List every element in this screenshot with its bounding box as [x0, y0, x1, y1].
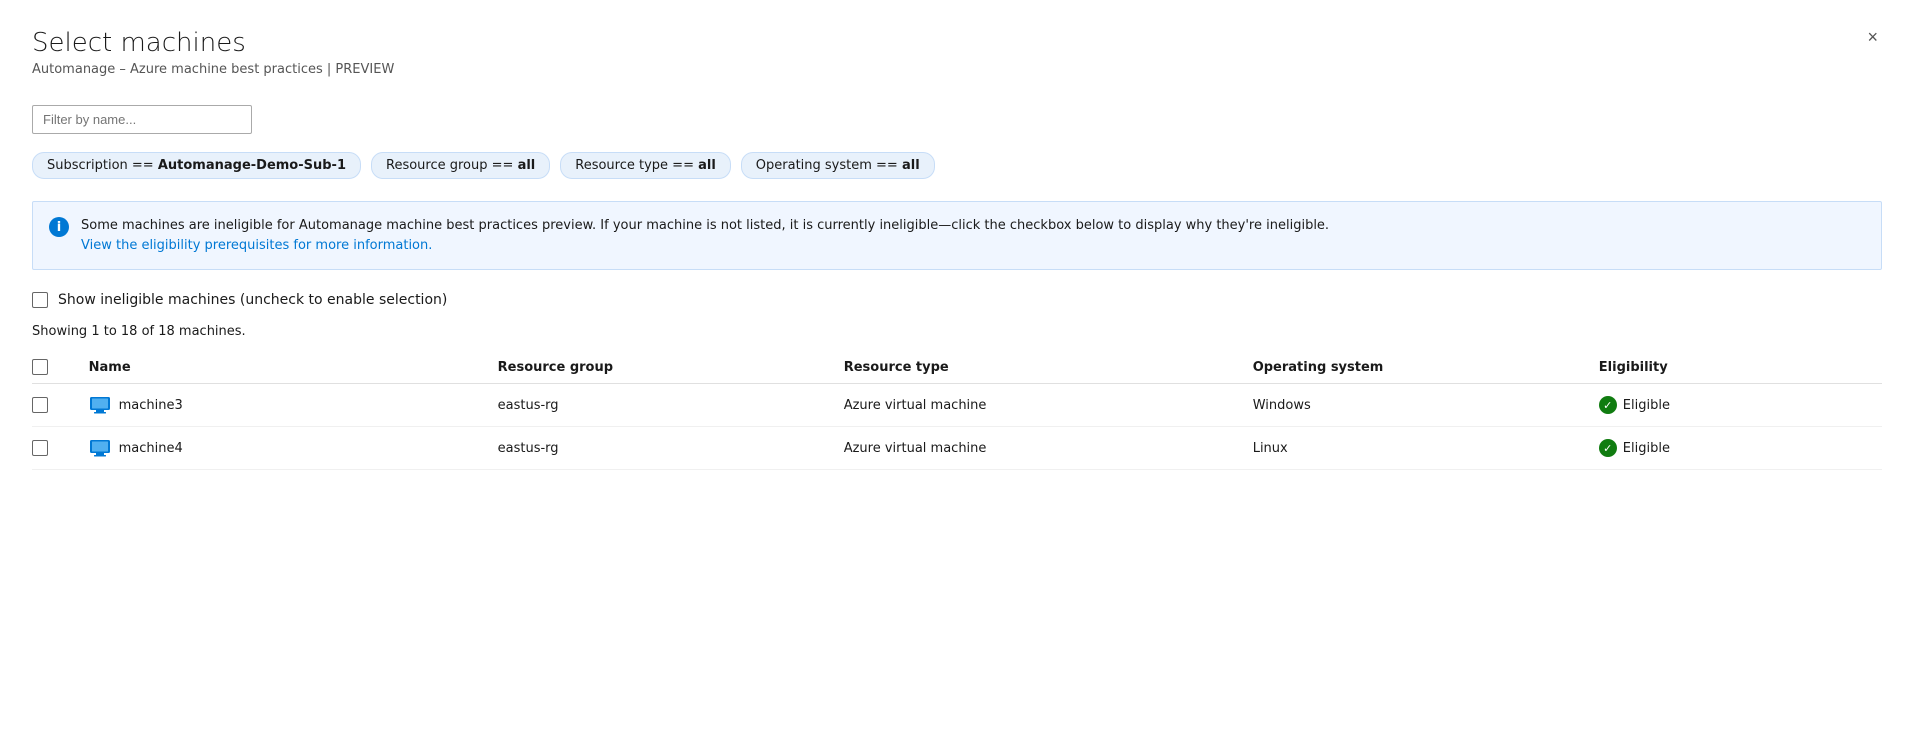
vm-icon	[89, 396, 111, 414]
filter-name-input[interactable]	[32, 105, 252, 134]
machine-name: machine3	[119, 398, 183, 413]
subscription-chip-value: Automanage-Demo-Sub-1	[158, 158, 346, 173]
cell-eligibility: ✓ Eligible	[1599, 427, 1882, 470]
close-button[interactable]: ×	[1863, 24, 1882, 50]
col-header-rt: Resource type	[844, 351, 1253, 384]
os-chip-value: all	[902, 158, 920, 173]
select-all-checkbox[interactable]	[32, 359, 48, 375]
col-header-os: Operating system	[1253, 351, 1599, 384]
col-header-elig: Eligibility	[1599, 351, 1882, 384]
os-chip-label: Operating system ==	[756, 158, 902, 173]
row-checkbox-0[interactable]	[32, 397, 48, 413]
row-checkbox-1[interactable]	[32, 440, 48, 456]
subscription-chip[interactable]: Subscription == Automanage-Demo-Sub-1	[32, 152, 361, 179]
resource-group-chip-value: all	[518, 158, 536, 173]
cell-resource-type: Azure virtual machine	[844, 427, 1253, 470]
machine-name: machine4	[119, 441, 183, 456]
eligibility-link[interactable]: View the eligibility prerequisites for m…	[81, 238, 432, 253]
ineligible-checkbox[interactable]	[32, 292, 48, 308]
table-row: machine3 eastus-rgAzure virtual machineWi…	[32, 384, 1882, 427]
resource-type-chip-label: Resource type ==	[575, 158, 698, 173]
subscription-chip-label: Subscription ==	[47, 158, 158, 173]
eligibility-text: Eligible	[1623, 441, 1670, 456]
info-icon: i	[49, 217, 69, 237]
filter-chips: Subscription == Automanage-Demo-Sub-1 Re…	[32, 152, 1882, 179]
eligible-icon: ✓	[1599, 396, 1617, 414]
eligibility-text: Eligible	[1623, 398, 1670, 413]
col-header-name: Name	[89, 351, 498, 384]
col-header-rg: Resource group	[498, 351, 844, 384]
os-chip[interactable]: Operating system == all	[741, 152, 935, 179]
info-banner-text: Some machines are ineligible for Automan…	[81, 216, 1329, 255]
table-row: machine4 eastus-rgAzure virtual machineLi…	[32, 427, 1882, 470]
cell-os: Linux	[1253, 427, 1599, 470]
cell-name: machine3	[89, 384, 498, 427]
cell-eligibility: ✓ Eligible	[1599, 384, 1882, 427]
resource-group-chip-label: Resource group ==	[386, 158, 518, 173]
select-all-header	[32, 351, 89, 384]
vm-icon	[89, 439, 111, 457]
info-banner: i Some machines are ineligible for Autom…	[32, 201, 1882, 270]
cell-os: Windows	[1253, 384, 1599, 427]
page-subtitle: Automanage – Azure machine best practice…	[32, 62, 1882, 77]
cell-resource-group: eastus-rg	[498, 384, 844, 427]
showing-text: Showing 1 to 18 of 18 machines.	[32, 324, 1882, 339]
cell-name: machine4	[89, 427, 498, 470]
resource-type-chip[interactable]: Resource type == all	[560, 152, 731, 179]
resource-type-chip-value: all	[698, 158, 716, 173]
ineligible-row: Show ineligible machines (uncheck to ena…	[32, 292, 1882, 308]
ineligible-label: Show ineligible machines (uncheck to ena…	[58, 292, 447, 308]
cell-resource-group: eastus-rg	[498, 427, 844, 470]
page-title: Select machines	[32, 28, 1882, 58]
machines-table: Name Resource group Resource type Operat…	[32, 351, 1882, 470]
cell-resource-type: Azure virtual machine	[844, 384, 1253, 427]
eligible-icon: ✓	[1599, 439, 1617, 457]
resource-group-chip[interactable]: Resource group == all	[371, 152, 550, 179]
